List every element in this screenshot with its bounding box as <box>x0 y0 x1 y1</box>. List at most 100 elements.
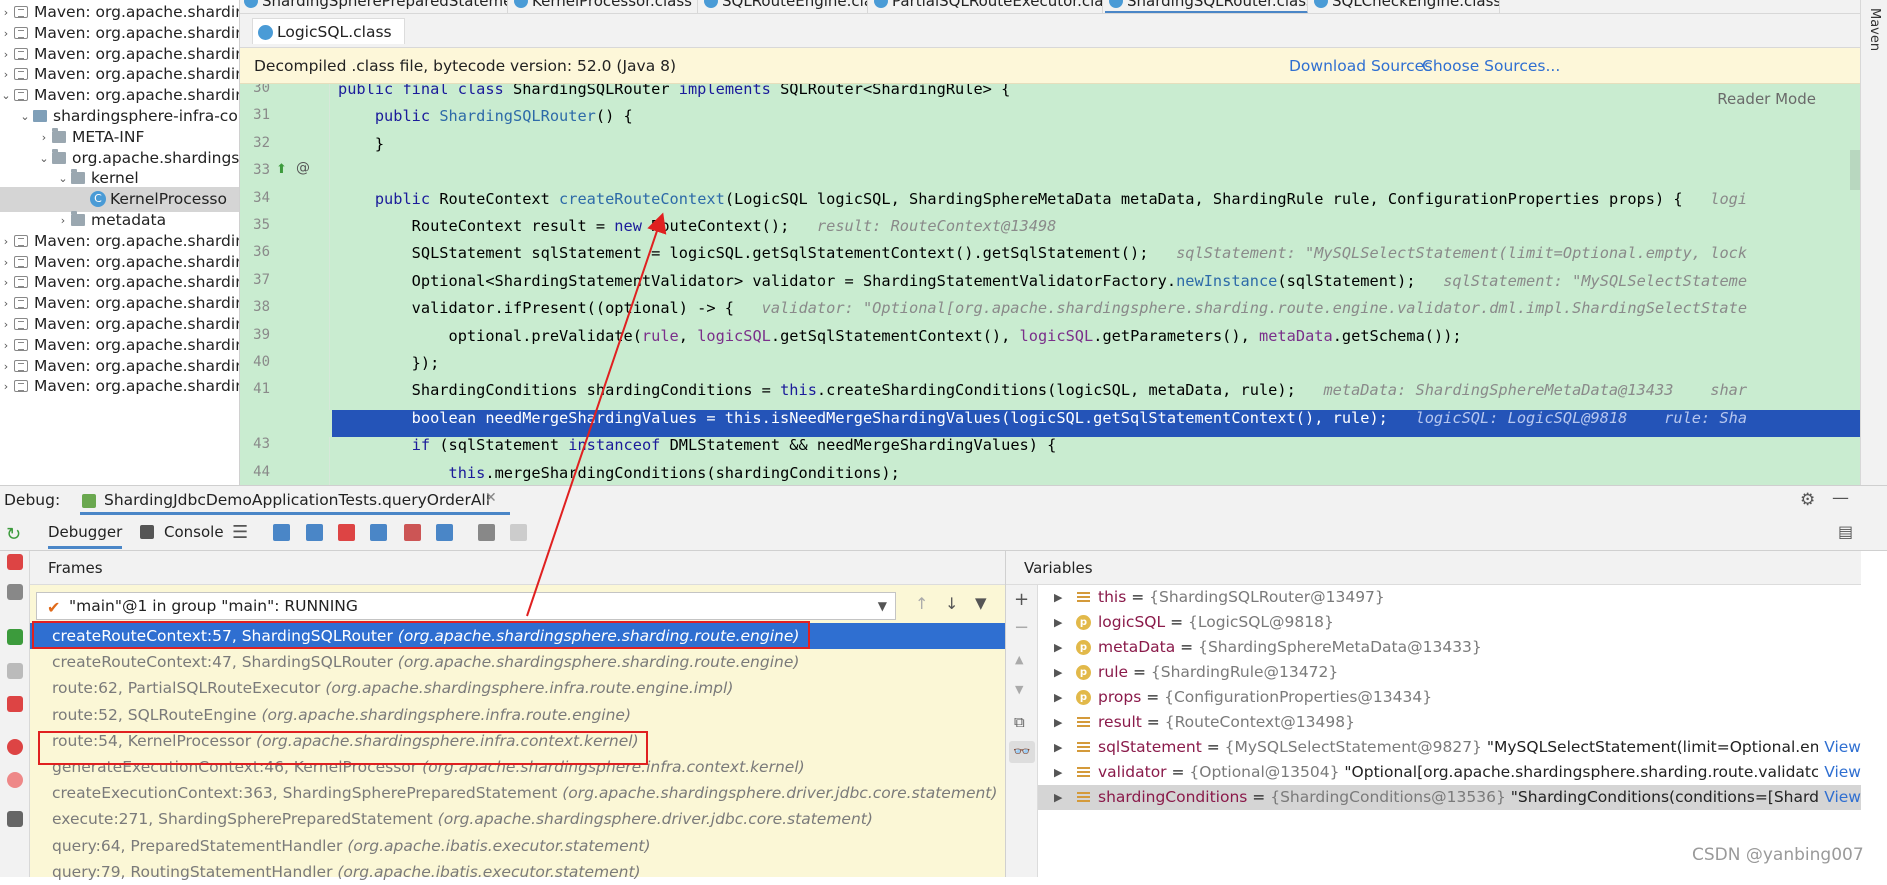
variable-row[interactable]: ▶ p logicSQL = {LogicSQL@9818} <box>1038 610 1861 635</box>
chevron-right-icon[interactable]: ▶ <box>1054 585 1062 610</box>
frame-item[interactable]: createExecutionContext:363, ShardingSphe… <box>30 780 1005 806</box>
choose-sources-link[interactable]: Choose Sources... <box>1422 48 1560 84</box>
view-link[interactable]: View <box>1818 785 1861 810</box>
mute-breakpoints-icon[interactable] <box>7 772 23 788</box>
close-session-icon[interactable]: ✕ <box>485 490 497 506</box>
variable-row[interactable]: ▶ result = {RouteContext@13498} <box>1038 710 1861 735</box>
implements-marker-icon[interactable]: ⬆ <box>276 162 287 177</box>
variable-row[interactable]: ▶ p props = {ConfigurationProperties@13434… <box>1038 685 1861 710</box>
editor-tab[interactable]: ShardingSQLRouter.class <box>1105 0 1308 13</box>
tab-debugger[interactable]: Debugger <box>48 523 123 549</box>
code-editor[interactable]: 303132333435363738394041424344⬆@ public … <box>240 84 1860 485</box>
move-down-icon[interactable]: ▼ <box>1015 683 1023 696</box>
view-link[interactable]: View <box>1818 760 1861 785</box>
trace-icon[interactable] <box>510 524 527 541</box>
gear-icon[interactable]: ⚙ <box>1800 490 1815 510</box>
variable-row[interactable]: ▶ validator = {Optional@13504} "Optional[… <box>1038 760 1861 785</box>
glasses-icon[interactable]: 👓 <box>1009 741 1035 763</box>
thread-label: "main"@1 in group "main": RUNNING <box>69 597 358 615</box>
frames-header: Frames <box>30 551 1005 585</box>
maven-panel-button[interactable]: Maven <box>1867 8 1882 51</box>
arrow-up-icon[interactable]: ↑ <box>915 594 928 613</box>
restore-layout-icon[interactable]: ▤ <box>1838 522 1853 541</box>
thread-selector[interactable]: ✔ "main"@1 in group "main": RUNNING ▼ <box>36 592 896 620</box>
reader-mode-toggle[interactable]: Reader Mode <box>1717 90 1816 108</box>
chevron-down-icon[interactable]: ▼ <box>878 593 887 619</box>
line-number: 41 <box>253 381 270 398</box>
variable-row[interactable]: ▶ sqlStatement = {MySQLSelectStatement@98… <box>1038 735 1861 760</box>
variable-row[interactable]: ▶ p metaData = {ShardingSphereMetaData@134… <box>1038 635 1861 660</box>
parameter-icon: p <box>1076 640 1091 655</box>
remove-watch-icon[interactable]: − <box>1014 617 1029 638</box>
jar-icon <box>14 276 28 289</box>
line-number: 39 <box>253 326 270 343</box>
code-line: public ShardingSQLRouter() { <box>374 107 633 126</box>
debug-session-tab[interactable]: ShardingJdbcDemoApplicationTests.queryOr… <box>82 491 490 509</box>
editor-tab[interactable]: ShardingSpherePreparedStatement.class <box>240 0 508 13</box>
chevron-right-icon[interactable]: ▶ <box>1054 635 1062 660</box>
frame-item[interactable]: createRouteContext:47, ShardingSQLRouter… <box>30 649 1005 675</box>
run-to-cursor-icon[interactable] <box>436 524 453 541</box>
chevron-right-icon[interactable]: ▶ <box>1054 760 1062 785</box>
step-out-icon[interactable] <box>370 524 387 541</box>
class-file-icon <box>258 25 273 40</box>
view-link[interactable]: View <box>1818 735 1861 760</box>
variable-row[interactable]: ▶ this = {ShardingSQLRouter@13497} <box>1038 585 1861 610</box>
frame-item[interactable]: query:64, PreparedStatementHandler (org.… <box>30 833 1005 859</box>
drop-frame-icon[interactable] <box>404 524 421 541</box>
editor-tab[interactable]: SQLCheckEngine.class <box>1310 0 1500 13</box>
field-icon <box>1076 590 1091 605</box>
snapshot-icon[interactable] <box>7 811 23 827</box>
tree-item[interactable]: › Maven: org.apache.sharding <box>0 374 239 399</box>
view-breakpoints-icon[interactable] <box>7 739 23 755</box>
parameter-icon: p <box>1076 690 1091 705</box>
breakpoint-count-icon[interactable] <box>7 554 23 570</box>
variable-text: metaData = {ShardingSphereMetaData@13433… <box>1098 638 1482 656</box>
editor-tab[interactable]: KernelProcessor.class <box>510 0 698 13</box>
copy-icon[interactable]: ⧉ <box>1014 713 1025 731</box>
arrow-down-icon[interactable]: ↓ <box>945 594 958 613</box>
move-up-icon[interactable]: ▲ <box>1015 653 1023 666</box>
jar-icon <box>14 318 28 330</box>
class-file-icon <box>244 0 258 8</box>
code-line: public RouteContext createRouteContext(L… <box>374 189 1748 208</box>
step-into-icon[interactable] <box>306 524 323 541</box>
override-marker-icon[interactable]: @ <box>296 160 310 176</box>
stop-icon[interactable] <box>7 696 23 712</box>
rerun-icon[interactable]: ↻ <box>6 524 21 545</box>
debug-tool-window-header: Debug: ShardingJdbcDemoApplicationTests.… <box>0 485 1887 515</box>
pause-icon[interactable] <box>7 663 23 679</box>
resume-icon[interactable] <box>7 629 23 645</box>
chevron-right-icon[interactable]: ▶ <box>1054 685 1062 710</box>
editor-tab[interactable]: PartialSQLRouteExecutor.class <box>870 0 1103 13</box>
chevron-right-icon[interactable]: ▶ <box>1054 610 1062 635</box>
frame-item[interactable]: query:79, RoutingStatementHandler (org.a… <box>30 859 1005 885</box>
variable-row[interactable]: ▶ shardingConditions = {ShardingCondition… <box>1038 785 1861 810</box>
download-sources-link[interactable]: Download Sources <box>1289 48 1432 84</box>
frame-item[interactable]: route:52, SQLRouteEngine (org.apache.sha… <box>30 702 1005 728</box>
line-number: 37 <box>253 271 270 288</box>
camera-icon[interactable] <box>7 584 23 600</box>
variable-row[interactable]: ▶ p rule = {ShardingRule@13472} <box>1038 660 1861 685</box>
frame-item[interactable]: execute:271, ShardingSpherePreparedState… <box>30 806 1005 832</box>
force-step-into-icon[interactable] <box>338 524 355 541</box>
chevron-right-icon[interactable]: ▶ <box>1054 785 1062 810</box>
chevron-right-icon[interactable]: › <box>0 374 12 399</box>
add-watch-icon[interactable]: + <box>1014 589 1029 610</box>
filter-icon[interactable]: ▼ <box>975 594 987 612</box>
minimize-icon[interactable]: — <box>1832 488 1849 508</box>
chevron-right-icon[interactable]: ▶ <box>1054 710 1062 735</box>
editor-scrollbar-marker[interactable] <box>1850 150 1860 190</box>
editor-tab[interactable]: SQLRouteEngine.class <box>700 0 868 13</box>
chevron-right-icon[interactable]: ▶ <box>1054 735 1062 760</box>
step-over-icon[interactable] <box>273 524 290 541</box>
tab-console[interactable]: Console <box>164 523 224 541</box>
chevron-right-icon[interactable]: ▶ <box>1054 660 1062 685</box>
evaluate-expression-icon[interactable] <box>478 524 495 541</box>
layout-icon[interactable]: ☰ <box>232 522 248 543</box>
jar-icon <box>14 26 28 39</box>
class-icon: C <box>90 191 106 208</box>
tab-logicsql-class[interactable]: LogicSQL.class <box>252 18 405 44</box>
frame-item[interactable]: route:62, PartialSQLRouteExecutor (org.a… <box>30 675 1005 701</box>
watermark: CSDN @yanbing007 <box>1692 845 1864 865</box>
